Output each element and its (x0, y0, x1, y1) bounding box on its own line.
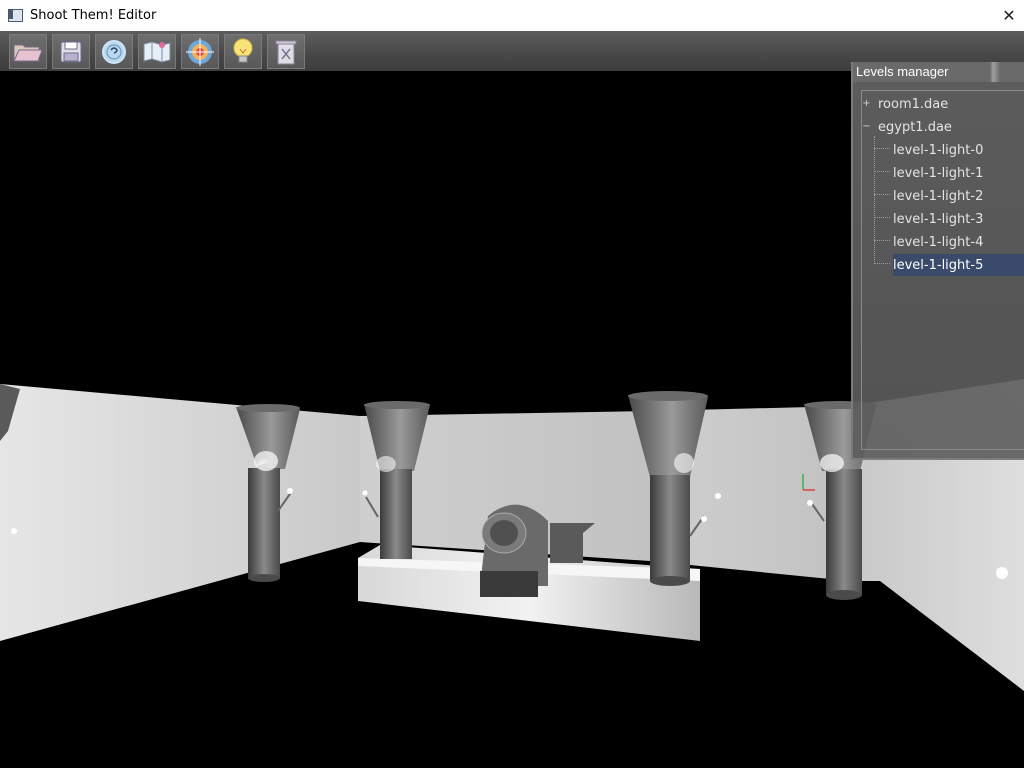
tree-item-label: room1.dae (878, 96, 949, 112)
open-button[interactable] (9, 34, 47, 69)
tree-item-room1[interactable]: + room1.dae (862, 93, 1024, 115)
delete-button[interactable] (267, 34, 305, 69)
light-bulb-icon (231, 37, 255, 67)
tree-connector (874, 263, 890, 264)
app-icon (8, 8, 24, 24)
target-button[interactable] (181, 34, 219, 69)
tree-item-light-2[interactable]: level-1-light-2 (893, 185, 983, 207)
map-icon (142, 39, 172, 65)
light-button[interactable] (224, 34, 262, 69)
tree-item-label: level-1-light-4 (893, 234, 984, 250)
window-title: Shoot Them! Editor (30, 8, 157, 23)
tree-item-light-0[interactable]: level-1-light-0 (893, 139, 983, 161)
tree-item-label: level-1-light-0 (893, 142, 984, 158)
tree-item-light-1[interactable]: level-1-light-1 (893, 162, 983, 184)
levels-manager-panel[interactable]: Levels manager + room1.dae − egypt1.dae … (851, 62, 1024, 460)
close-icon: ✕ (1002, 6, 1016, 25)
close-button[interactable]: ✕ (994, 0, 1024, 31)
tree-connector (874, 240, 890, 241)
help-button[interactable] (95, 34, 133, 69)
tree-item-label: level-1-light-3 (893, 211, 984, 227)
tree-item-light-3[interactable]: level-1-light-3 (893, 208, 983, 230)
trash-delete-icon (274, 38, 298, 66)
tree-connector (874, 194, 890, 195)
tree-connector (874, 171, 890, 172)
save-floppy-icon (58, 39, 84, 65)
open-folder-icon (12, 39, 44, 65)
expand-icon[interactable]: + (862, 99, 871, 109)
title-bar: Shoot Them! Editor ✕ (0, 0, 1024, 31)
tree-item-label: level-1-light-2 (893, 188, 984, 204)
target-icon (186, 37, 214, 66)
tree-item-light-5[interactable]: level-1-light-5 (893, 254, 1024, 276)
tree-item-label: level-1-light-5 (893, 257, 984, 273)
save-button[interactable] (52, 34, 90, 69)
tree-connector (874, 217, 890, 218)
tree-item-light-4[interactable]: level-1-light-4 (893, 231, 983, 253)
tree-connector (874, 136, 875, 264)
panel-title: Levels manager (856, 64, 949, 79)
levels-tree[interactable]: + room1.dae − egypt1.dae level-1-light-0… (861, 90, 1024, 450)
tree-item-label: level-1-light-1 (893, 165, 984, 181)
collapse-icon[interactable]: − (862, 122, 871, 132)
map-button[interactable] (138, 34, 176, 69)
tree-item-label: egypt1.dae (878, 119, 952, 135)
help-compass-icon (100, 38, 128, 66)
tree-connector (874, 148, 890, 149)
tree-item-egypt1[interactable]: − egypt1.dae (862, 116, 1024, 138)
